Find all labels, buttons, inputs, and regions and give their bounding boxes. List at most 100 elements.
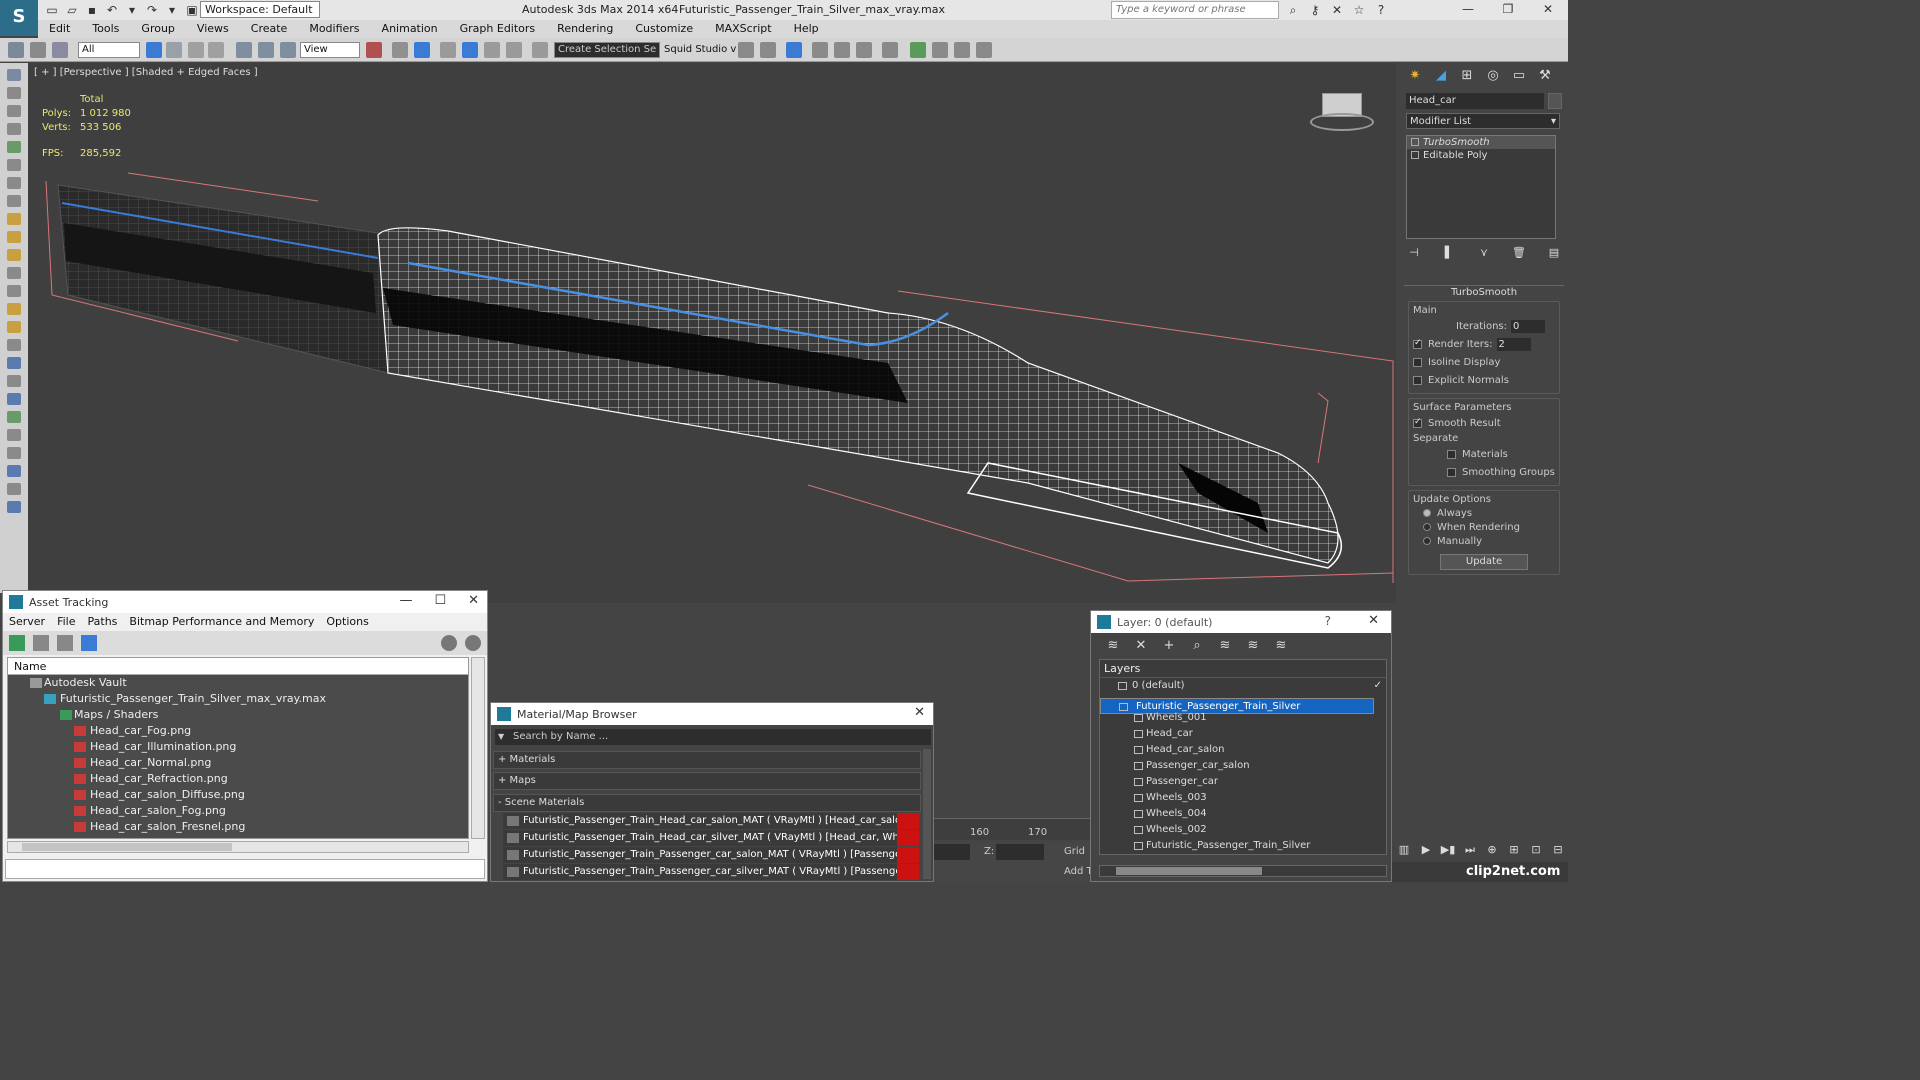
- menu-maxscript[interactable]: MAXScript: [704, 20, 782, 38]
- curve-editor-icon[interactable]: [834, 42, 850, 58]
- y-coordinate-field[interactable]: [934, 844, 970, 860]
- isoline-checkbox[interactable]: [1413, 357, 1422, 367]
- select-object-icon[interactable]: [146, 42, 162, 58]
- strip-tool-icon[interactable]: [7, 87, 21, 99]
- zoom-all-icon[interactable]: ⊞: [1506, 842, 1522, 858]
- category-maps[interactable]: + Maps: [493, 772, 921, 790]
- strip-tool-icon[interactable]: [7, 195, 21, 207]
- tree-row[interactable]: Head_car_Fog.png: [8, 723, 468, 739]
- stack-item-turbosmooth[interactable]: TurboSmooth: [1407, 136, 1555, 149]
- display-tab-icon[interactable]: ▭: [1508, 65, 1530, 87]
- next-frame-icon[interactable]: ▶▮: [1440, 842, 1456, 858]
- material-item[interactable]: Futuristic_Passenger_Train_Passenger_car…: [503, 847, 919, 863]
- tree-row[interactable]: Head_car_salon_Fog.png: [8, 803, 468, 819]
- close-icon[interactable]: ✕: [1528, 0, 1568, 20]
- strip-tool-icon[interactable]: [7, 123, 21, 135]
- workspace-selector[interactable]: Workspace: Default: [200, 1, 320, 18]
- render-production-icon[interactable]: [954, 42, 970, 58]
- render-iters-checkbox[interactable]: [1413, 338, 1422, 349]
- strip-tool-icon[interactable]: [7, 159, 21, 171]
- scale-icon[interactable]: [280, 42, 296, 58]
- create-layer-icon[interactable]: ≋: [1105, 638, 1121, 654]
- settings-icon[interactable]: [465, 635, 481, 651]
- layer-manager-titlebar[interactable]: Layer: 0 (default) ? ✕: [1091, 611, 1391, 633]
- layer-horizontal-scrollbar[interactable]: [1099, 865, 1387, 877]
- render-iters-spinner[interactable]: 2: [1496, 337, 1531, 351]
- material-browser-titlebar[interactable]: Material/Map Browser ✕: [491, 703, 933, 725]
- layer-object-row[interactable]: Wheels_002: [1100, 822, 1386, 838]
- strip-tool-icon[interactable]: [7, 483, 21, 495]
- go-to-end-icon[interactable]: ⏭: [1462, 842, 1478, 858]
- layer-row-default[interactable]: 0 (default) ✓: [1100, 678, 1386, 694]
- render-iterative-icon[interactable]: [976, 42, 992, 58]
- scroll-thumb[interactable]: [22, 843, 232, 851]
- minimize-icon[interactable]: —: [1448, 0, 1488, 20]
- maximize-icon[interactable]: ☐: [434, 593, 446, 608]
- add-time-tag-button[interactable]: Add T: [1064, 866, 1093, 877]
- select-by-name-icon[interactable]: [166, 42, 182, 58]
- select-manipulate-icon[interactable]: [392, 42, 408, 58]
- tree-row[interactable]: Maps / Shaders: [8, 707, 468, 723]
- selection-filter-dropdown[interactable]: All: [78, 42, 140, 58]
- add-to-layer-icon[interactable]: +: [1161, 638, 1177, 654]
- mirror-icon[interactable]: [738, 42, 754, 58]
- strip-tool-icon[interactable]: [7, 69, 21, 81]
- redo-dropdown-icon[interactable]: ▾: [164, 2, 180, 18]
- window-crossing-icon[interactable]: [208, 42, 224, 58]
- menu-views[interactable]: Views: [186, 20, 240, 38]
- snap-toggle-icon[interactable]: [440, 42, 456, 58]
- play-icon[interactable]: ▶: [1418, 842, 1434, 858]
- exchange-icon[interactable]: ✕: [1329, 2, 1345, 18]
- material-item[interactable]: Futuristic_Passenger_Train_Head_car_salo…: [503, 813, 919, 829]
- percent-snap-icon[interactable]: [484, 42, 500, 58]
- menu-group[interactable]: Group: [130, 20, 186, 38]
- strip-tool-icon[interactable]: [7, 285, 21, 297]
- app-logo[interactable]: S: [0, 0, 38, 36]
- strip-tool-icon[interactable]: [7, 321, 21, 333]
- tree-row[interactable]: Head_car_Refraction.png: [8, 771, 468, 787]
- strip-tool-icon[interactable]: [7, 267, 21, 279]
- strip-tool-icon[interactable]: [7, 105, 21, 117]
- help-search-input[interactable]: Type a keyword or phrase: [1111, 1, 1279, 19]
- asset-tree-horizontal-scrollbar[interactable]: [7, 841, 469, 853]
- separate-smoothing-groups-checkbox[interactable]: [1447, 467, 1456, 477]
- strip-tool-icon[interactable]: [7, 231, 21, 243]
- menu-bitmap-performance[interactable]: Bitmap Performance and Memory: [123, 613, 320, 631]
- close-icon[interactable]: ✕: [1368, 613, 1379, 628]
- graphite-toggle-icon[interactable]: [812, 42, 828, 58]
- stack-item-editable-poly[interactable]: Editable Poly: [1407, 149, 1555, 162]
- tree-row[interactable]: Head_car_Illumination.png: [8, 739, 468, 755]
- link-icon[interactable]: [8, 42, 24, 58]
- object-color-swatch[interactable]: [1548, 93, 1562, 109]
- utilities-tab-icon[interactable]: ⚒: [1534, 65, 1556, 87]
- menu-file[interactable]: File: [51, 613, 81, 631]
- update-manually-radio[interactable]: [1423, 537, 1431, 545]
- menu-server[interactable]: Server: [3, 613, 51, 631]
- layer-object-row[interactable]: Passenger_car: [1100, 774, 1386, 790]
- remove-modifier-icon[interactable]: 🗑: [1511, 245, 1527, 261]
- strip-tool-icon[interactable]: [7, 501, 21, 513]
- save-file-icon[interactable]: ▪: [84, 2, 100, 18]
- scroll-thumb[interactable]: [1116, 867, 1262, 875]
- layer-manager-icon[interactable]: [786, 42, 802, 58]
- smooth-result-checkbox[interactable]: [1413, 417, 1422, 428]
- show-end-result-icon[interactable]: ▌: [1441, 245, 1457, 261]
- restore-icon[interactable]: ❐: [1488, 0, 1528, 20]
- pin-stack-icon[interactable]: ⊣: [1406, 245, 1422, 261]
- update-button[interactable]: Update: [1440, 554, 1528, 570]
- strip-tool-icon[interactable]: [7, 465, 21, 477]
- help-icon[interactable]: [441, 635, 457, 651]
- list-view-icon[interactable]: [33, 635, 49, 651]
- angle-snap-icon[interactable]: [462, 42, 478, 58]
- z-coordinate-field[interactable]: [996, 844, 1044, 860]
- category-scene-materials[interactable]: - Scene Materials: [493, 794, 921, 812]
- freeze-all-layers-icon[interactable]: ≋: [1273, 638, 1289, 654]
- material-editor-icon[interactable]: [882, 42, 898, 58]
- strip-tool-icon[interactable]: [7, 339, 21, 351]
- motion-tab-icon[interactable]: ◎: [1482, 65, 1504, 87]
- rect-selection-icon[interactable]: [188, 42, 204, 58]
- key-icon[interactable]: ⚷: [1307, 2, 1323, 18]
- material-browser-scrollbar[interactable]: [923, 749, 931, 879]
- bind-spacewarp-icon[interactable]: [52, 42, 68, 58]
- align-icon[interactable]: [760, 42, 776, 58]
